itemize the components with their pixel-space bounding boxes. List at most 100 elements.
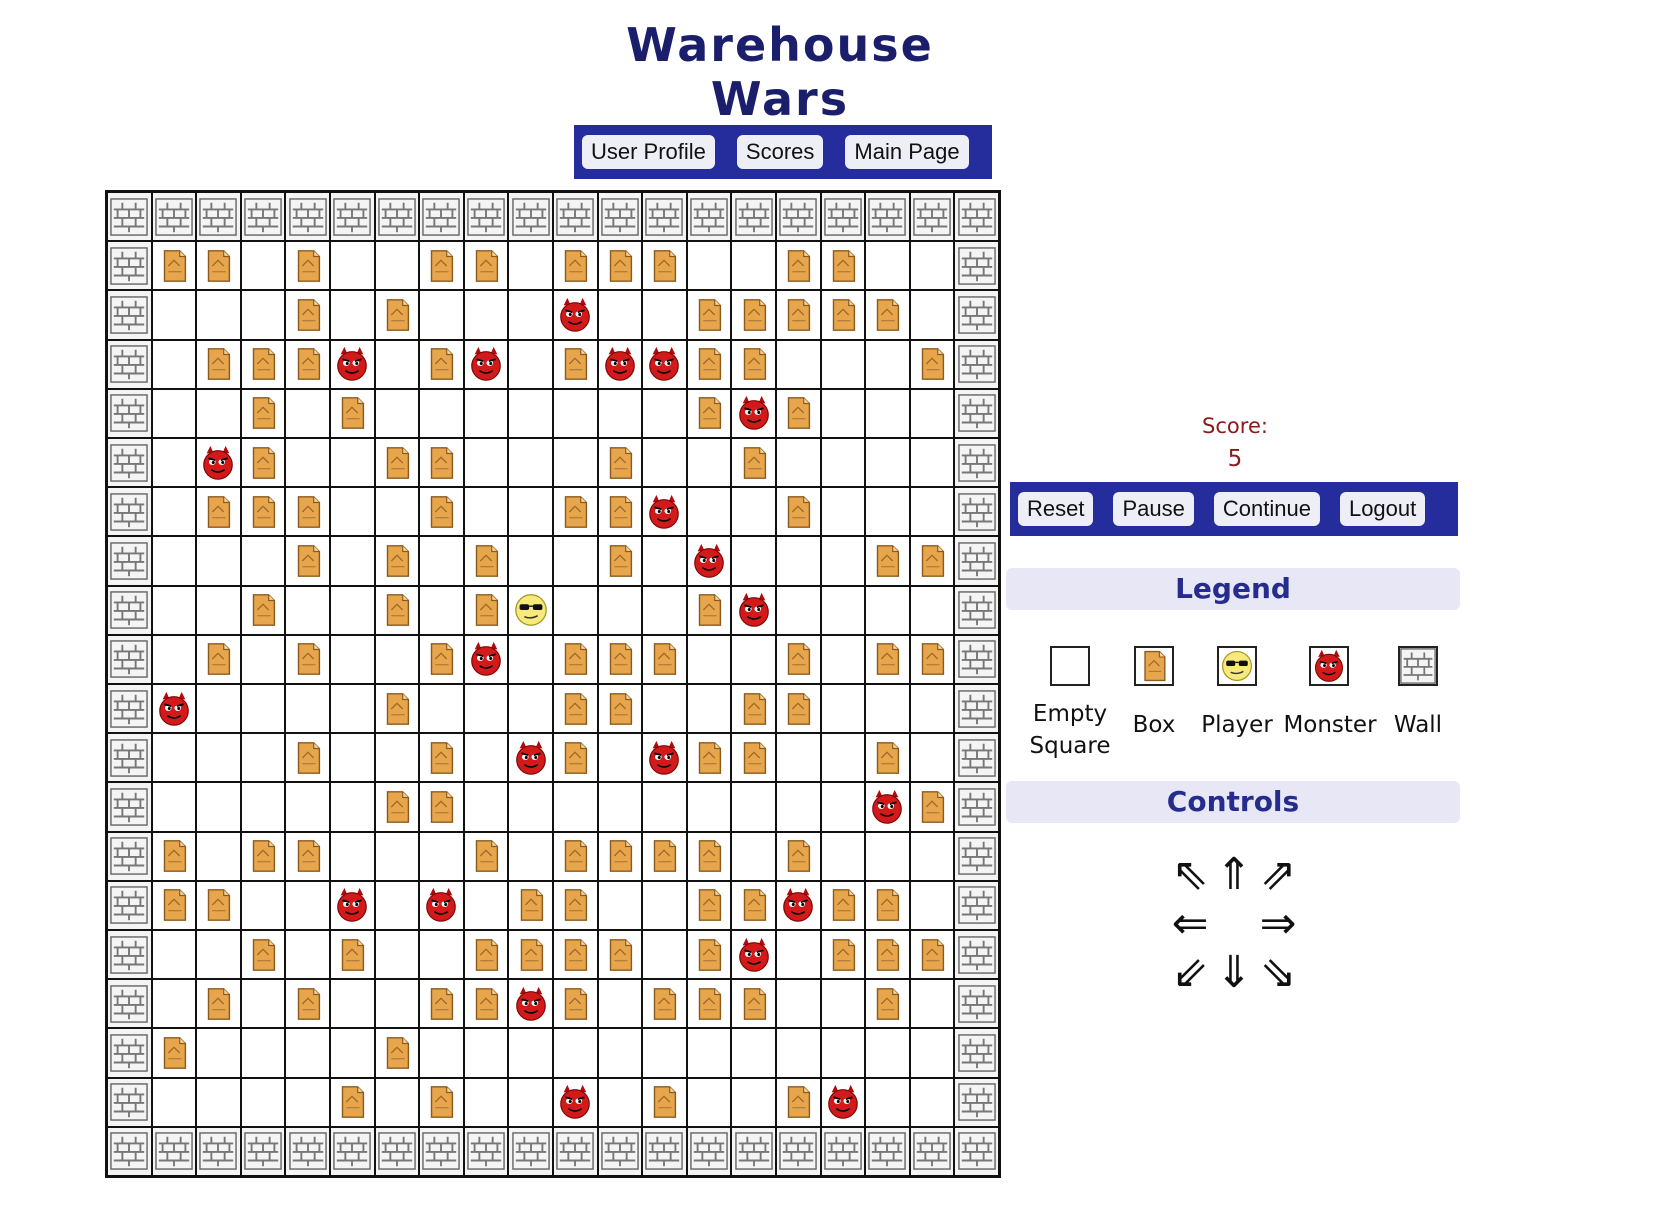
board-cell bbox=[151, 487, 197, 537]
wall-icon bbox=[824, 197, 862, 236]
wall-icon bbox=[244, 197, 282, 236]
wall-icon bbox=[110, 1132, 149, 1171]
board-cell bbox=[686, 1126, 732, 1176]
arrow-w-button[interactable]: ⇐ bbox=[1165, 899, 1215, 949]
board-cell bbox=[820, 634, 866, 684]
user-profile-button[interactable]: User Profile bbox=[582, 135, 715, 169]
board-cell bbox=[954, 1077, 999, 1127]
arrow-e-button[interactable]: ⇒ bbox=[1253, 899, 1303, 949]
wall-icon bbox=[824, 1132, 862, 1171]
board-cell bbox=[329, 1126, 375, 1176]
board-cell bbox=[419, 831, 464, 881]
board-cell bbox=[196, 782, 241, 832]
board-cell bbox=[954, 733, 999, 783]
board-cell bbox=[954, 979, 999, 1029]
board-cell bbox=[552, 1028, 598, 1078]
logout-button[interactable]: Logout bbox=[1339, 492, 1426, 526]
board-cell bbox=[151, 1028, 197, 1078]
player-icon bbox=[512, 591, 550, 629]
score-label: Score: bbox=[1202, 414, 1268, 438]
box-icon bbox=[556, 837, 594, 875]
board-cell bbox=[954, 831, 999, 881]
wall-icon bbox=[378, 1132, 416, 1171]
board-cell bbox=[909, 192, 955, 242]
board-cell bbox=[954, 782, 999, 832]
board-cell bbox=[374, 438, 420, 488]
monster-icon bbox=[467, 640, 505, 678]
box-icon bbox=[333, 394, 371, 432]
board-cell bbox=[686, 388, 732, 438]
board-cell bbox=[374, 634, 420, 684]
monster-icon bbox=[645, 345, 683, 383]
box-icon bbox=[467, 542, 505, 580]
box-icon bbox=[422, 345, 460, 383]
arrow-sw-button[interactable]: ⇙ bbox=[1165, 948, 1215, 998]
reset-button[interactable]: Reset bbox=[1018, 492, 1094, 526]
board-cell bbox=[508, 1028, 553, 1078]
game-board bbox=[105, 190, 1001, 1178]
wall-icon bbox=[779, 1132, 818, 1171]
box-icon bbox=[378, 542, 416, 580]
board-cell bbox=[597, 634, 643, 684]
wall-icon bbox=[957, 394, 996, 433]
box-icon bbox=[556, 985, 594, 1023]
board-cell bbox=[820, 241, 866, 291]
board-cell bbox=[285, 979, 330, 1029]
arrow-s-button[interactable]: ⇓ bbox=[1209, 948, 1259, 998]
monster-icon bbox=[556, 1083, 594, 1121]
board-cell bbox=[909, 585, 955, 635]
board-cell bbox=[865, 634, 910, 684]
board-cell bbox=[374, 487, 420, 537]
board-cell bbox=[285, 388, 330, 438]
box-icon bbox=[422, 1083, 460, 1121]
box-icon bbox=[289, 640, 327, 678]
empty-square-icon bbox=[1050, 646, 1090, 686]
wall-icon bbox=[690, 1132, 728, 1171]
board-cell bbox=[597, 979, 643, 1029]
board-cell bbox=[597, 1077, 643, 1127]
wall-icon bbox=[957, 1034, 996, 1072]
wall-icon bbox=[110, 689, 149, 728]
board-cell bbox=[909, 241, 955, 291]
board-cell bbox=[865, 438, 910, 488]
board-cell bbox=[865, 241, 910, 291]
board-cell bbox=[820, 487, 866, 537]
board-cell bbox=[285, 831, 330, 881]
box-icon bbox=[467, 247, 505, 285]
board-cell bbox=[731, 1028, 776, 1078]
board-cell bbox=[196, 585, 241, 635]
nav-bar: User Profile Scores Main Page bbox=[574, 125, 992, 179]
pause-button[interactable]: Pause bbox=[1113, 492, 1194, 526]
arrow-nw-button[interactable]: ⇖ bbox=[1165, 850, 1215, 900]
box-icon bbox=[244, 444, 282, 482]
board-cell bbox=[552, 831, 598, 881]
board-cell bbox=[463, 388, 509, 438]
board-cell bbox=[865, 979, 910, 1029]
board-cell bbox=[775, 880, 821, 930]
wall-icon bbox=[957, 197, 996, 236]
arrow-ne-button[interactable]: ⇗ bbox=[1253, 850, 1303, 900]
arrow-se-button[interactable]: ⇘ bbox=[1253, 948, 1303, 998]
board-cell bbox=[775, 979, 821, 1029]
board-cell bbox=[597, 1028, 643, 1078]
board-cell bbox=[196, 290, 241, 340]
board-cell bbox=[909, 438, 955, 488]
board-cell bbox=[909, 782, 955, 832]
board-cell bbox=[329, 241, 375, 291]
continue-button[interactable]: Continue bbox=[1213, 492, 1320, 526]
box-icon bbox=[779, 640, 817, 678]
board-cell bbox=[731, 487, 776, 537]
board-cell bbox=[865, 487, 910, 537]
wall-icon bbox=[957, 689, 996, 728]
scores-button[interactable]: Scores bbox=[736, 135, 824, 169]
box-icon bbox=[868, 886, 906, 924]
board-cell bbox=[151, 684, 197, 734]
board-cell bbox=[508, 930, 553, 980]
box-icon bbox=[645, 837, 683, 875]
arrow-n-button[interactable]: ⇑ bbox=[1209, 850, 1259, 900]
board-cell bbox=[552, 487, 598, 537]
main-page-button[interactable]: Main Page bbox=[845, 135, 969, 169]
board-cell bbox=[329, 1028, 375, 1078]
board-cell bbox=[508, 487, 553, 537]
board-cell bbox=[107, 880, 152, 930]
